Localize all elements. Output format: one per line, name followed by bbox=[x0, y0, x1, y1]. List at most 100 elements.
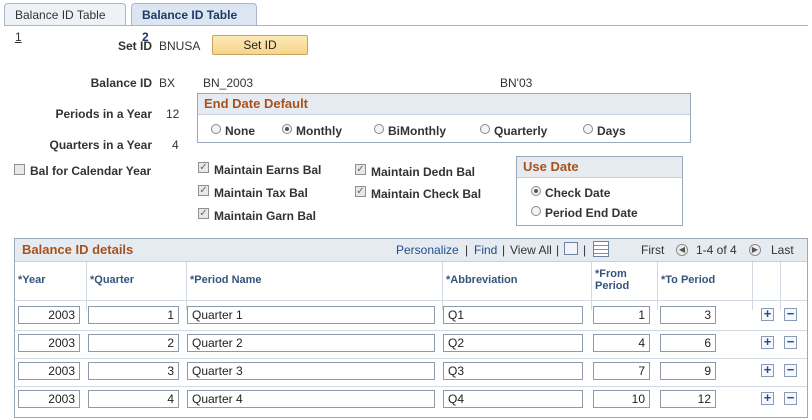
quarters-in-year-label: Quarters in a Year bbox=[49, 138, 152, 152]
download-spreadsheet-icon[interactable] bbox=[593, 241, 609, 257]
abbreviation-input[interactable]: Q2 bbox=[443, 334, 583, 352]
nav-separator: | bbox=[502, 243, 506, 257]
col-abbreviation[interactable]: *Abbreviation bbox=[442, 262, 591, 310]
to-period-input[interactable]: 9 bbox=[660, 362, 716, 380]
radio-days[interactable] bbox=[583, 124, 593, 134]
to-period-input[interactable]: 3 bbox=[660, 306, 716, 324]
quarter-input[interactable]: 1 bbox=[88, 306, 179, 324]
year-input[interactable]: 2003 bbox=[18, 362, 80, 380]
row-divider bbox=[15, 358, 807, 359]
maintain-dedn-checkbox[interactable]: ✓ bbox=[355, 164, 366, 175]
radio-check-date-label: Check Date bbox=[545, 186, 611, 200]
period-name-input[interactable]: Quarter 2 bbox=[187, 334, 435, 352]
last-label[interactable]: Last bbox=[771, 243, 794, 257]
periods-in-year-value: 12 bbox=[166, 107, 180, 121]
row-divider bbox=[15, 300, 807, 301]
set-id-button[interactable]: Set ID bbox=[212, 35, 308, 55]
quarter-input[interactable]: 4 bbox=[88, 390, 179, 408]
personalize-link[interactable]: Personalize bbox=[396, 243, 459, 257]
abbreviation-input[interactable]: Q1 bbox=[443, 306, 583, 324]
maintain-garn-checkbox[interactable]: ✓ bbox=[198, 208, 209, 219]
set-id-value: BNUSA bbox=[159, 39, 201, 53]
new-window-icon[interactable] bbox=[564, 242, 578, 255]
from-period-input[interactable]: 10 bbox=[593, 390, 650, 408]
radio-none[interactable] bbox=[211, 124, 221, 134]
nav-separator: | bbox=[465, 243, 469, 257]
radio-none-label: None bbox=[225, 124, 255, 138]
next-icon[interactable]: ▶ bbox=[749, 244, 761, 256]
to-period-input[interactable]: 6 bbox=[660, 334, 716, 352]
nav-separator: | bbox=[556, 243, 560, 257]
period-name-input[interactable]: Quarter 3 bbox=[187, 362, 435, 380]
tab-label: Balance ID Table bbox=[15, 8, 106, 22]
col-add bbox=[752, 262, 780, 310]
radio-monthly[interactable] bbox=[282, 124, 292, 134]
maintain-tax-checkbox[interactable]: ✓ bbox=[198, 185, 209, 196]
balance-id-details-grid: Balance ID details Personalize | Find | … bbox=[14, 238, 808, 418]
view-all-link[interactable]: View All bbox=[510, 243, 552, 257]
maintain-earns-checkbox[interactable]: ✓ bbox=[198, 162, 209, 173]
grid-header-bar: Balance ID details Personalize | Find | … bbox=[15, 239, 807, 262]
col-period-name[interactable]: *Period Name bbox=[186, 262, 442, 310]
from-period-input[interactable]: 4 bbox=[593, 334, 650, 352]
col-year[interactable]: *Year bbox=[15, 262, 86, 310]
find-link[interactable]: Find bbox=[474, 243, 497, 257]
quarter-input[interactable]: 2 bbox=[88, 334, 179, 352]
year-input[interactable]: 2003 bbox=[18, 390, 80, 408]
maintain-dedn-label: Maintain Dedn Bal bbox=[371, 165, 476, 179]
radio-period-end-date-label: Period End Date bbox=[545, 206, 638, 220]
col-to-period[interactable]: *To Period bbox=[657, 262, 752, 310]
radio-bimonthly[interactable] bbox=[374, 124, 384, 134]
add-row-icon[interactable]: + bbox=[761, 307, 774, 321]
abbreviation-input[interactable]: Q4 bbox=[443, 390, 583, 408]
balance-id-label: Balance ID bbox=[90, 76, 152, 90]
delete-row-icon[interactable]: − bbox=[784, 335, 797, 349]
first-label[interactable]: First bbox=[641, 243, 664, 257]
tab-accel: 1 bbox=[15, 30, 22, 44]
maintain-earns-label: Maintain Earns Bal bbox=[214, 163, 322, 177]
add-row-icon[interactable]: + bbox=[761, 363, 774, 377]
balance-id-description: BN_2003 bbox=[203, 76, 254, 90]
from-period-input[interactable]: 1 bbox=[593, 306, 650, 324]
range-text: 1-4 of 4 bbox=[696, 243, 737, 257]
prev-icon[interactable]: ◀ bbox=[676, 244, 688, 256]
quarter-input[interactable]: 3 bbox=[88, 362, 179, 380]
maintain-check-label: Maintain Check Bal bbox=[371, 187, 482, 201]
to-period-input[interactable]: 12 bbox=[660, 390, 716, 408]
from-period-input[interactable]: 7 bbox=[593, 362, 650, 380]
row-divider bbox=[15, 330, 807, 331]
col-from-period[interactable]: *From Period bbox=[591, 262, 657, 310]
balance-id-value: BX bbox=[159, 76, 176, 90]
col-from-line1: *From bbox=[595, 268, 627, 280]
radio-monthly-label: Monthly bbox=[296, 124, 342, 138]
tab-balance-id-table-1[interactable]: Balance ID Table 1 bbox=[4, 3, 126, 44]
end-date-default-group: End Date Default None Monthly BiMonthly … bbox=[197, 93, 691, 143]
bal-calendar-year-checkbox[interactable] bbox=[14, 164, 25, 175]
balance-id-short-description: BN'03 bbox=[500, 76, 533, 90]
delete-row-icon[interactable]: − bbox=[784, 307, 797, 321]
delete-row-icon[interactable]: − bbox=[784, 391, 797, 405]
col-from-line2: Period bbox=[595, 280, 630, 292]
radio-quarterly[interactable] bbox=[480, 124, 490, 134]
period-name-input[interactable]: Quarter 4 bbox=[187, 390, 435, 408]
add-row-icon[interactable]: + bbox=[761, 335, 774, 349]
quarters-in-year-value: 4 bbox=[172, 138, 179, 152]
row-divider bbox=[15, 386, 807, 387]
radio-check-date[interactable] bbox=[531, 186, 541, 196]
use-date-title: Use Date bbox=[517, 157, 682, 178]
col-delete bbox=[780, 262, 807, 310]
nav-separator: | bbox=[583, 243, 587, 257]
add-row-icon[interactable]: + bbox=[761, 391, 774, 405]
radio-period-end-date[interactable] bbox=[531, 206, 541, 216]
abbreviation-input[interactable]: Q3 bbox=[443, 362, 583, 380]
maintain-check-checkbox[interactable]: ✓ bbox=[355, 186, 366, 197]
delete-row-icon[interactable]: − bbox=[784, 363, 797, 377]
end-date-default-title: End Date Default bbox=[198, 94, 690, 115]
col-quarter[interactable]: *Quarter bbox=[86, 262, 186, 310]
period-name-input[interactable]: Quarter 1 bbox=[187, 306, 435, 324]
radio-bimonthly-label: BiMonthly bbox=[388, 124, 446, 138]
year-input[interactable]: 2003 bbox=[18, 334, 80, 352]
tab-balance-id-table-2[interactable]: Balance ID Table 2 bbox=[131, 3, 257, 44]
year-input[interactable]: 2003 bbox=[18, 306, 80, 324]
bal-calendar-year-label: Bal for Calendar Year bbox=[30, 164, 152, 178]
